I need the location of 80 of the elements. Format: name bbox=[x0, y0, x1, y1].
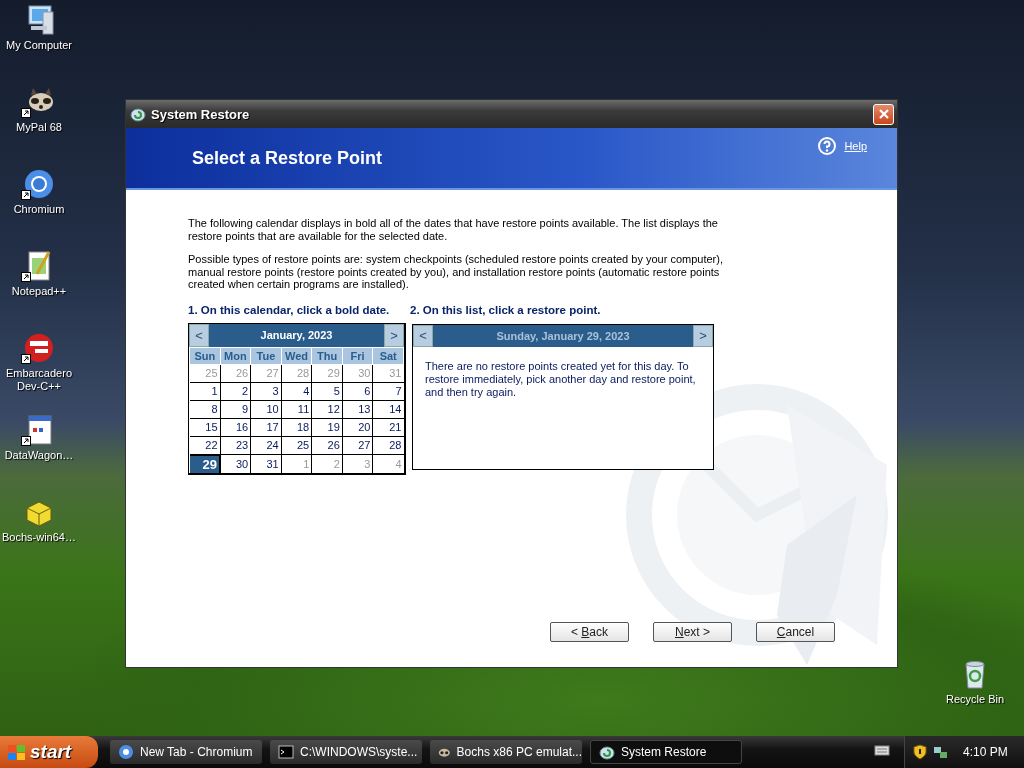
desktop-icon-label[interactable]: DataWagon… bbox=[4, 449, 74, 462]
calendar-day[interactable]: 9 bbox=[220, 400, 251, 418]
weekday-header: Fri bbox=[342, 347, 373, 364]
calendar-day[interactable]: 17 bbox=[250, 418, 282, 436]
close-icon bbox=[876, 107, 891, 121]
intro-paragraph: Possible types of restore points are: system checkpoints (scheduled restore points created by your computer), manual restore points (restore points created by you), and installation restore points (automatic restore points created when certain programs are installed). bbox=[188, 253, 724, 291]
desktop-icon-label[interactable]: Chromium bbox=[13, 203, 65, 216]
weekday-header: Sun bbox=[189, 347, 221, 364]
calendar-day[interactable]: 2 bbox=[220, 382, 251, 400]
shortcut-arrow-icon bbox=[21, 354, 31, 364]
calendar-day[interactable]: 6 bbox=[342, 382, 373, 400]
taskbar-button[interactable]: New Tab - Chromium bbox=[110, 740, 262, 764]
step-instruction: 2. On this list, click a restore point. bbox=[410, 303, 601, 316]
calendar-day[interactable]: 29 bbox=[189, 454, 221, 473]
weekday-header: Mon bbox=[220, 347, 251, 364]
calendar-day[interactable]: 24 bbox=[250, 436, 282, 455]
restore-icon bbox=[599, 744, 615, 760]
keyboard-icon bbox=[874, 743, 890, 757]
calendar-day[interactable]: 4 bbox=[281, 382, 312, 400]
calendar-day[interactable]: 11 bbox=[281, 400, 312, 418]
calendar-day[interactable]: 25 bbox=[281, 436, 312, 455]
clock: 4:10 PM bbox=[963, 745, 1008, 759]
desktop-icon-label[interactable]: Notepad++ bbox=[11, 285, 67, 298]
next-day-button[interactable]: > bbox=[693, 324, 713, 347]
restore-icon bbox=[130, 106, 146, 122]
previous-day-button[interactable]: < bbox=[413, 324, 433, 347]
shortcut-arrow-icon bbox=[21, 436, 31, 446]
weekday-header: Sat bbox=[372, 347, 404, 364]
console-icon bbox=[278, 744, 294, 760]
calendar-day[interactable]: 27 bbox=[342, 436, 373, 455]
desktop-icon-label[interactable]: Embarcadero Dev-C++ bbox=[0, 367, 78, 393]
page-heading: Select a Restore Point bbox=[192, 148, 384, 169]
window-title: System Restore bbox=[151, 106, 251, 122]
desktop-icon-label[interactable]: MyPal 68 bbox=[16, 121, 62, 134]
desktop-icon-label[interactable]: My Computer bbox=[6, 39, 72, 52]
devcpp-icon bbox=[23, 332, 55, 364]
calendar-day[interactable]: 12 bbox=[311, 400, 343, 418]
wizard-button[interactable]: Next > bbox=[653, 622, 732, 642]
windows-logo-icon bbox=[7, 742, 26, 762]
shield-icon bbox=[913, 744, 927, 760]
weekday-header: Wed bbox=[281, 347, 312, 364]
next-month-button[interactable]: > bbox=[384, 323, 404, 347]
calendar-day[interactable]: 10 bbox=[250, 400, 282, 418]
shortcut-arrow-icon bbox=[21, 272, 31, 282]
desktop-icon-label[interactable]: Recycle Bin bbox=[945, 693, 1005, 706]
chromium-icon bbox=[118, 744, 134, 760]
calendar-day[interactable]: 23 bbox=[220, 436, 251, 455]
network-icon bbox=[933, 744, 949, 760]
desktop-icon-label[interactable]: Bochs-win64… bbox=[2, 531, 76, 544]
calendar-day[interactable]: 15 bbox=[189, 418, 221, 436]
calendar-day[interactable]: 18 bbox=[281, 418, 312, 436]
calendar-day[interactable]: 1 bbox=[189, 382, 221, 400]
chromium-icon bbox=[23, 168, 55, 200]
taskbar-button[interactable]: Bochs x86 PC emulat... bbox=[430, 740, 582, 764]
weekday-header: Thu bbox=[311, 347, 343, 364]
weekday-header: Tue bbox=[250, 347, 282, 364]
taskbar-button[interactable]: C:\WINDOWS\syste... bbox=[270, 740, 422, 764]
calendar-day[interactable]: 19 bbox=[311, 418, 343, 436]
calendar-day[interactable]: 20 bbox=[342, 418, 373, 436]
calendar-day[interactable]: 13 bbox=[342, 400, 373, 418]
previous-month-button[interactable]: < bbox=[189, 323, 209, 347]
calendar-day[interactable]: 26 bbox=[311, 436, 343, 455]
calendar-day[interactable]: 5 bbox=[311, 382, 343, 400]
calendar-day[interactable]: 16 bbox=[220, 418, 251, 436]
selected-date: Sunday, January 29, 2023 bbox=[495, 328, 631, 344]
calendar-day[interactable]: 8 bbox=[189, 400, 221, 418]
close-button[interactable] bbox=[873, 103, 894, 125]
step-instruction: 1. On this calendar, click a bold date. bbox=[188, 303, 391, 316]
shortcut-arrow-icon bbox=[21, 108, 31, 118]
calendar-day[interactable]: 3 bbox=[250, 382, 282, 400]
wizard-button[interactable]: Cancel bbox=[756, 622, 835, 642]
month-title: January, 2023 bbox=[259, 327, 334, 343]
help-icon bbox=[818, 137, 837, 155]
taskbar-button[interactable]: System Restore bbox=[590, 740, 742, 764]
intro-paragraph: The following calendar displays in bold all of the dates that have restore points available. The list displays the restore points that are available for the selected date. bbox=[188, 217, 719, 242]
help-link[interactable]: Help bbox=[844, 140, 867, 152]
empty-list-message: There are no restore points created yet for this day. To restore immediately, pick another day and restore point, and then try again. bbox=[425, 359, 697, 399]
start-button[interactable]: start bbox=[0, 736, 98, 768]
shortcut-arrow-icon bbox=[21, 190, 31, 200]
wizard-button[interactable]: < Back bbox=[550, 622, 629, 642]
